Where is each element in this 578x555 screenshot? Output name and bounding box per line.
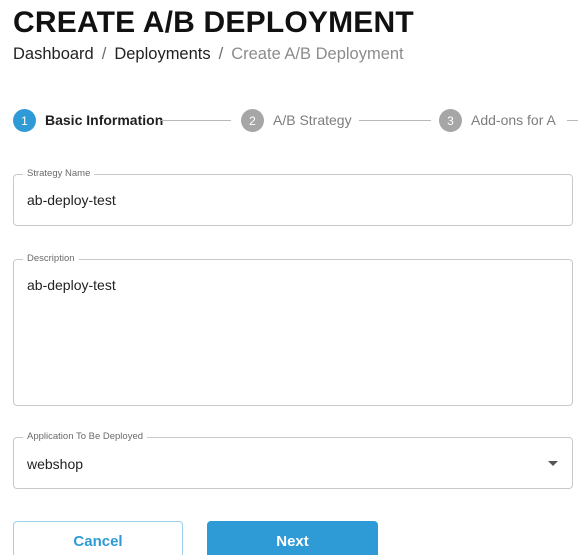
dropdown-arrow-icon[interactable]: [548, 461, 558, 466]
breadcrumb-deployments[interactable]: Deployments: [114, 45, 210, 64]
strategy-name-field: Strategy Name: [13, 168, 573, 226]
stepper: 1 Basic Information 2 A/B Strategy 3 Add…: [13, 109, 578, 133]
strategy-name-input[interactable]: [27, 192, 547, 208]
step-3-label: Add-ons for A: [471, 112, 556, 128]
step-2-label: A/B Strategy: [273, 112, 352, 128]
application-selected-value: webshop: [27, 456, 84, 472]
description-textarea[interactable]: ab-deploy-test: [27, 277, 547, 387]
strategy-name-label: Strategy Name: [23, 168, 95, 180]
description-label: Description: [23, 253, 79, 265]
breadcrumb-separator: /: [218, 45, 224, 63]
breadcrumb-separator: /: [101, 45, 107, 63]
step-3-indicator: 3: [439, 109, 462, 132]
application-select[interactable]: Application To Be Deployed webshop: [13, 431, 573, 489]
next-button[interactable]: Next: [207, 521, 378, 555]
create-ab-deployment-page: CREATE A/B DEPLOYMENT Dashboard / Deploy…: [0, 0, 578, 555]
step-connector: [161, 120, 231, 121]
application-label: Application To Be Deployed: [23, 431, 148, 443]
step-1-label: Basic Information: [45, 112, 164, 128]
step-1-indicator: 1: [13, 109, 36, 132]
step-connector: [359, 120, 431, 121]
cancel-button[interactable]: Cancel: [13, 521, 183, 555]
step-2-indicator: 2: [241, 109, 264, 132]
breadcrumb-dashboard[interactable]: Dashboard: [13, 45, 94, 64]
page-title: CREATE A/B DEPLOYMENT: [13, 6, 414, 39]
breadcrumb-current: Create A/B Deployment: [231, 45, 404, 63]
description-field: Description ab-deploy-test: [13, 253, 573, 406]
breadcrumb: Dashboard / Deployments / Create A/B Dep…: [13, 45, 404, 64]
step-connector: [567, 120, 578, 121]
